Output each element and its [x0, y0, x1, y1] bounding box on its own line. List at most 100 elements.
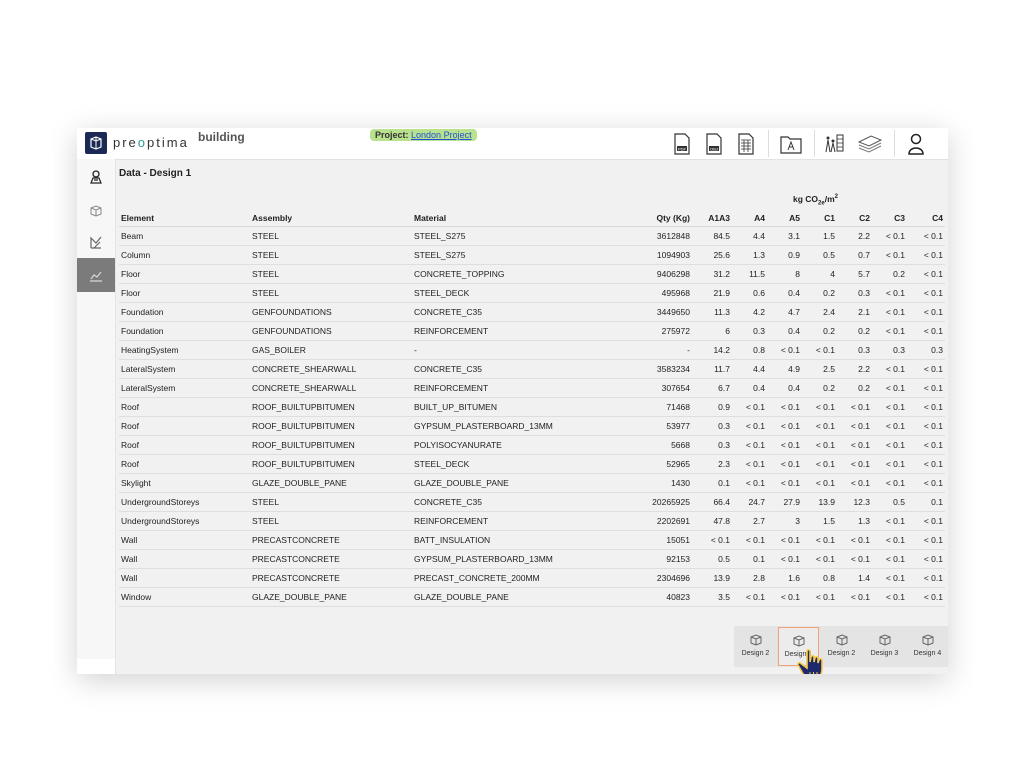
column-header[interactable]: Material [412, 210, 632, 227]
table-cell: 20265925 [632, 492, 692, 512]
layers-icon[interactable] [856, 132, 884, 156]
column-header[interactable]: C1 [802, 210, 837, 227]
table-cell: CONCRETE_SHEARWALL [250, 378, 412, 398]
column-header[interactable]: A4 [732, 210, 767, 227]
column-header[interactable]: Qty (Kg) [632, 210, 692, 227]
column-header[interactable]: C3 [872, 210, 907, 227]
table-row: Roof ROOF_BUILTUPBITUMEN POLYISOCYANURATE 5… [119, 435, 945, 455]
table-cell: < 0.1 [872, 530, 907, 550]
sidebar-item-building[interactable] [77, 161, 115, 193]
table-cell: < 0.1 [802, 549, 837, 569]
table-cell: 0.4 [767, 283, 802, 303]
table-cell: 4.9 [767, 359, 802, 379]
table-cell: PRECASTCONCRETE [250, 530, 412, 550]
table-cell: < 0.1 [732, 397, 767, 417]
table-cell: 307654 [632, 378, 692, 398]
project-link[interactable]: London Project [411, 130, 472, 140]
table-cell: 2.4 [802, 302, 837, 322]
unit-base: kg CO [793, 194, 819, 204]
analysis-icon[interactable] [822, 132, 850, 156]
table-cell: 27.9 [767, 492, 802, 512]
table-cell: < 0.1 [872, 283, 907, 303]
logo-icon[interactable] [85, 132, 107, 154]
table-cell: 2.3 [692, 454, 732, 474]
table-cell: 3612848 [632, 226, 692, 246]
table-cell: 6 [692, 321, 732, 341]
table-cell: 47.8 [692, 511, 732, 531]
column-header[interactable]: Element [119, 210, 250, 227]
table-cell: 3583234 [632, 359, 692, 379]
sidebar-item-design[interactable] [77, 226, 115, 258]
design-button[interactable]: Design 2 [735, 627, 776, 666]
obj-tag: OBJ [710, 146, 718, 151]
file-pdf-icon[interactable]: PDF [671, 132, 693, 156]
table-cell: < 0.1 [837, 549, 872, 569]
top-header: preoptima building Project: London Proje… [77, 128, 948, 160]
table-cell: < 0.1 [732, 454, 767, 474]
table-cell: UndergroundStoreys [119, 492, 250, 512]
table-cell: 2.2 [837, 226, 872, 246]
table-cell: 0.3 [872, 340, 907, 360]
column-header[interactable]: C2 [837, 210, 872, 227]
table-cell: < 0.1 [837, 435, 872, 455]
table-cell: 25.6 [692, 245, 732, 265]
table-cell: STEEL_DECK [412, 283, 632, 303]
table-cell: STEEL [250, 226, 412, 246]
table-cell: 31.2 [692, 264, 732, 284]
design-button[interactable]: Design 4 [907, 627, 948, 666]
column-header[interactable]: A5 [767, 210, 802, 227]
table-cell: 4.4 [732, 359, 767, 379]
table-cell: 13.9 [802, 492, 837, 512]
table-cell: 3 [767, 511, 802, 531]
column-header[interactable]: Assembly [250, 210, 412, 227]
table-cell: 5.7 [837, 264, 872, 284]
table-cell: 0.9 [692, 397, 732, 417]
sidebar-item-cube[interactable] [77, 195, 115, 227]
table-cell: Roof [119, 454, 250, 474]
table-cell: 0.3 [837, 283, 872, 303]
table-cell: Column [119, 245, 250, 265]
folder-icon[interactable] [778, 132, 804, 156]
table-cell: 0.9 [767, 245, 802, 265]
sidebar-item-chart[interactable] [77, 258, 115, 292]
table-cell: 0.8 [732, 340, 767, 360]
table-row: Foundation GENFOUNDATIONS CONCRETE_C35 3449… [119, 302, 945, 322]
table-cell: 0.2 [837, 321, 872, 341]
table-cell: GLAZE_DOUBLE_PANE [250, 587, 412, 607]
table-cell: 5668 [632, 435, 692, 455]
table-cell: 2.7 [732, 511, 767, 531]
table-cell: < 0.1 [802, 530, 837, 550]
table-cell: PRECASTCONCRETE [250, 568, 412, 588]
table-cell: 0.3 [837, 340, 872, 360]
table-cell: 1094903 [632, 245, 692, 265]
table-cell: 40823 [632, 587, 692, 607]
table-cell: < 0.1 [872, 511, 907, 531]
table-cell: 1.3 [732, 245, 767, 265]
table-cell: < 0.1 [732, 416, 767, 436]
design-button[interactable]: Design 3 [864, 627, 905, 666]
table-cell: Wall [119, 568, 250, 588]
table-header-row: Element Assembly Material Qty (Kg) A1A3 A4 A5 C… [119, 210, 945, 227]
table-row: Wall PRECASTCONCRETE BATT_INSULATION 15051 <… [119, 530, 945, 550]
table-cell: 13.9 [692, 568, 732, 588]
design-cube-icon [920, 632, 936, 648]
app-window: preoptima building Project: London Proje… [77, 128, 948, 674]
column-header[interactable]: A1A3 [692, 210, 732, 227]
table-cell: 0.6 [732, 283, 767, 303]
table-cell: BUILT_UP_BITUMEN [412, 397, 632, 417]
table-cell: < 0.1 [872, 568, 907, 588]
design-icon [90, 236, 102, 249]
table-row: Roof ROOF_BUILTUPBITUMEN STEEL_DECK 52965 2.… [119, 454, 945, 474]
file-xls-icon[interactable] [735, 132, 757, 156]
table-cell: GAS_BOILER [250, 340, 412, 360]
design-cube-icon [791, 633, 807, 649]
design-switcher: Design 2 Design 1 Design 2 Design 3 Design 4 [734, 626, 948, 667]
table-cell: 11.7 [692, 359, 732, 379]
design-label: Design 2 [741, 650, 770, 657]
page-title: Data - Design 1 [119, 168, 192, 179]
user-icon[interactable] [905, 132, 927, 156]
table-cell: Beam [119, 226, 250, 246]
table-cell: 0.4 [732, 378, 767, 398]
column-header[interactable]: C4 [907, 210, 945, 227]
file-obj-icon[interactable]: OBJ [703, 132, 725, 156]
